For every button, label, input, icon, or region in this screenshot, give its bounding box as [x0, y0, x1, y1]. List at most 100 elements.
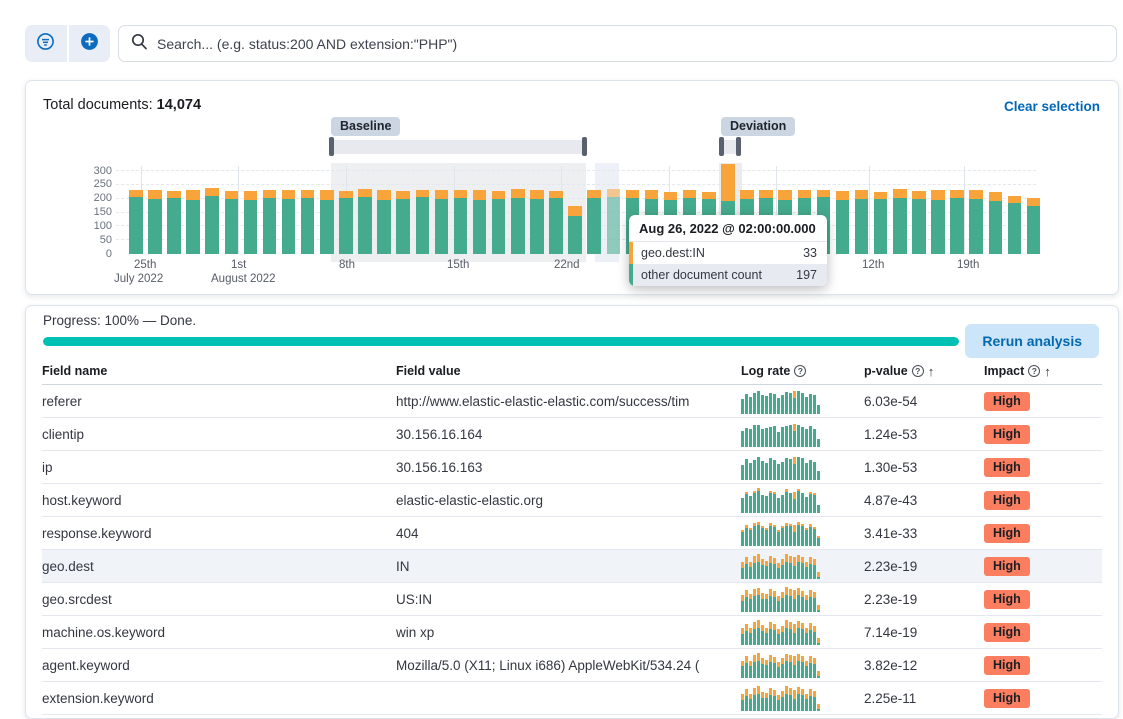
histogram-bar[interactable] — [950, 190, 964, 254]
sparkline-bar — [765, 530, 768, 546]
histogram-bar[interactable] — [568, 206, 582, 254]
histogram-bar[interactable] — [320, 190, 334, 254]
histogram-bar[interactable] — [931, 190, 945, 254]
p-value-cell: 1.30e-53 — [864, 460, 984, 475]
histogram-bar[interactable] — [148, 190, 162, 254]
other-count-segment — [358, 197, 372, 254]
deviation-brush-right-handle[interactable] — [736, 137, 741, 156]
header-impact[interactable]: Impact ? ↑ — [984, 364, 1102, 379]
histogram-bar[interactable] — [435, 190, 449, 254]
other-count-segment — [320, 200, 334, 255]
table-row[interactable]: agent.keywordMozilla/5.0 (X11; Linux i68… — [42, 649, 1102, 682]
histogram-bar[interactable] — [263, 190, 277, 254]
table-row[interactable]: ip30.156.16.1631.30e-53High — [42, 451, 1102, 484]
sparkline-bar — [797, 628, 800, 645]
sparkline-bar — [781, 632, 784, 645]
deviation-brush[interactable] — [722, 140, 736, 154]
impact-sort-asc-icon[interactable]: ↑ — [1044, 364, 1051, 379]
histogram-bar[interactable] — [530, 190, 544, 254]
sparkline-bar — [789, 493, 792, 513]
histogram-bar[interactable] — [225, 191, 239, 254]
sparkline-bar — [793, 599, 796, 612]
field-name-cell: referer — [42, 394, 396, 409]
table-row[interactable]: clientip30.156.16.1641.24e-53High — [42, 418, 1102, 451]
document-count-chart[interactable] — [116, 171, 1036, 254]
histogram-bar[interactable] — [989, 192, 1003, 254]
p-value-sort-asc-icon[interactable]: ↑ — [928, 364, 935, 379]
histogram-bar[interactable] — [587, 190, 601, 254]
sparkline-bar — [797, 391, 800, 414]
deviation-brush-left-handle[interactable] — [719, 137, 724, 156]
sparkline-bar — [809, 663, 812, 678]
histogram-bar[interactable] — [492, 191, 506, 254]
histogram-bar[interactable] — [454, 190, 468, 254]
histogram-bar[interactable] — [473, 190, 487, 254]
table-row[interactable]: geo.srcdestUS:IN2.23e-19High — [42, 583, 1102, 616]
impact-badge: High — [984, 491, 1030, 510]
histogram-bar[interactable] — [1027, 198, 1041, 254]
histogram-bar[interactable] — [912, 191, 926, 254]
impact-help-icon[interactable]: ? — [1028, 365, 1040, 377]
baseline-brush[interactable] — [332, 140, 584, 154]
histogram-bar[interactable] — [874, 192, 888, 254]
histogram-bar[interactable] — [396, 191, 410, 254]
sparkline-bar — [785, 661, 788, 678]
histogram-bar[interactable] — [167, 191, 181, 254]
histogram-bar[interactable] — [339, 191, 353, 254]
sparkline-bar — [761, 528, 764, 546]
p-value-cell: 2.25e-11 — [864, 691, 984, 706]
header-p-value[interactable]: p-value ? ↑ — [864, 364, 984, 379]
histogram-bar[interactable] — [549, 191, 563, 254]
histogram-bar[interactable] — [607, 189, 621, 254]
histogram-bar[interactable] — [969, 190, 983, 254]
deviation-series-segment — [893, 189, 907, 198]
sparkline-bar — [745, 696, 748, 711]
table-row[interactable]: response.keyword4043.41e-33High — [42, 517, 1102, 550]
sparkline-bar — [793, 566, 796, 579]
search-input[interactable] — [157, 29, 1104, 59]
clear-selection-link[interactable]: Clear selection — [1004, 99, 1100, 114]
p-value-cell: 7.14e-19 — [864, 625, 984, 640]
histogram-bar[interactable] — [205, 188, 219, 254]
histogram-bar[interactable] — [282, 190, 296, 254]
histogram-bar[interactable] — [244, 191, 258, 254]
sparkline-bar — [809, 494, 812, 513]
rerun-analysis-button[interactable]: Rerun analysis — [965, 324, 1099, 358]
table-row[interactable]: geo.destIN2.23e-19High — [42, 550, 1102, 583]
other-count-segment — [549, 198, 563, 254]
histogram-bar[interactable] — [836, 191, 850, 254]
table-row[interactable]: refererhttp://www.elastic-elastic-elasti… — [42, 385, 1102, 418]
histogram-bar[interactable] — [416, 190, 430, 254]
histogram-bar[interactable] — [186, 190, 200, 254]
chart-tooltip: Aug 26, 2022 @ 02:00:00.000 geo.dest:IN3… — [629, 215, 827, 286]
histogram-bar[interactable] — [358, 189, 372, 254]
deviation-series-segment — [989, 192, 1003, 200]
y-axis-tick-label: 200 — [64, 192, 112, 204]
add-filter-button[interactable] — [69, 25, 111, 62]
sparkline-bar — [797, 661, 800, 678]
histogram-bar[interactable] — [129, 190, 143, 254]
deviation-series-segment — [664, 192, 678, 200]
histogram-bar[interactable] — [377, 190, 391, 254]
sparkline-bar — [773, 527, 776, 546]
histogram-bar[interactable] — [301, 190, 315, 254]
table-row[interactable]: machine.os.keywordwin xp7.14e-19High — [42, 616, 1102, 649]
histogram-bar[interactable] — [1008, 196, 1022, 254]
table-row[interactable]: host.keywordelastic-elastic-elastic.org4… — [42, 484, 1102, 517]
table-row[interactable]: extension.keyword2.25e-11High — [42, 682, 1102, 715]
p-value-help-icon[interactable]: ? — [912, 365, 924, 377]
histogram-bar[interactable] — [893, 189, 907, 254]
sparkline-bar — [765, 496, 768, 513]
histogram-bar[interactable] — [855, 190, 869, 254]
saved-queries-button[interactable] — [25, 25, 67, 62]
baseline-brush-right-handle[interactable] — [582, 137, 587, 156]
deviation-series-segment — [492, 191, 506, 198]
progress-bar — [43, 337, 959, 346]
baseline-brush-left-handle[interactable] — [329, 137, 334, 156]
histogram-bar[interactable] — [511, 189, 525, 254]
log-rate-help-icon[interactable]: ? — [794, 365, 806, 377]
tooltip-series-label: other document count — [633, 264, 796, 286]
sparkline-bar — [813, 529, 816, 546]
filter-circle-icon — [36, 32, 55, 56]
field-value-cell: 30.156.16.163 — [396, 460, 741, 475]
